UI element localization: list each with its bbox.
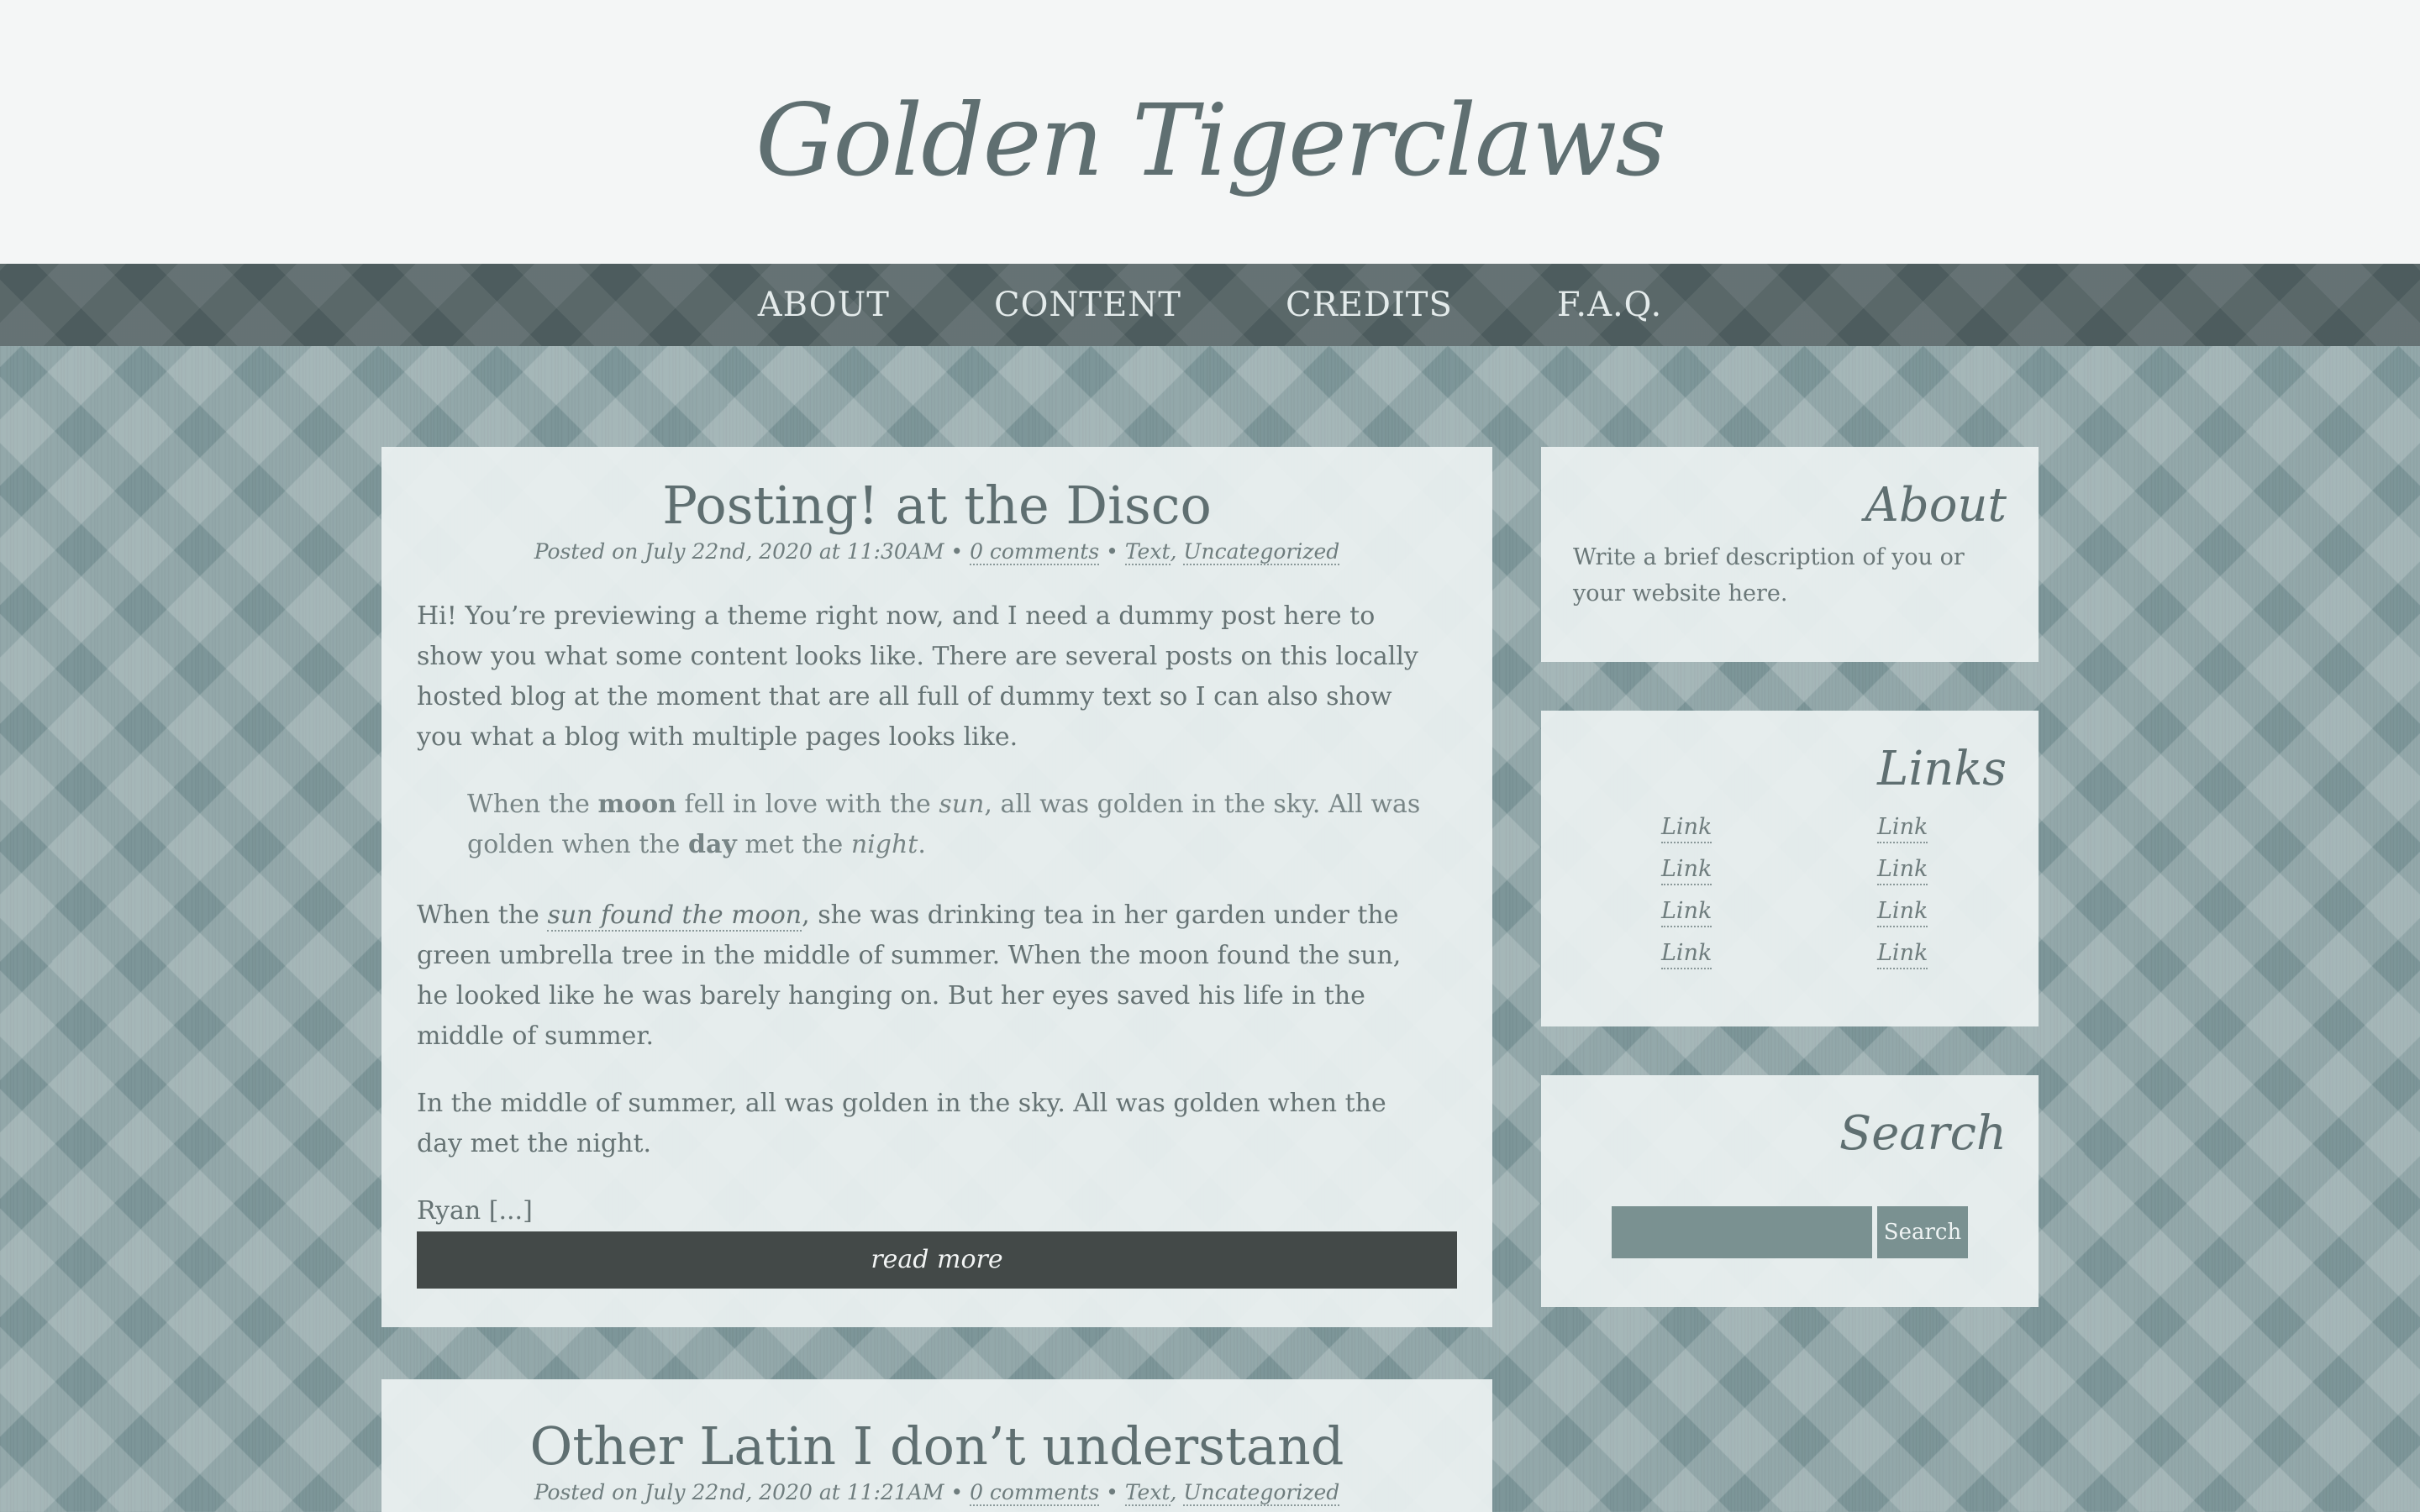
quote-bold-moon: moon [597, 790, 677, 819]
quote-text: When the [467, 790, 598, 819]
search-button[interactable]: Search [1877, 1206, 1968, 1258]
widget-title-search: Search [1839, 1106, 2007, 1161]
paragraph-text: When the [417, 900, 548, 930]
meta-comma: , [1170, 1480, 1184, 1504]
widget-title-about: About [1865, 478, 2007, 533]
comments-link[interactable]: 0 comments [970, 539, 1100, 565]
quote-italic-sun: sun [939, 790, 985, 819]
meta-comma: , [1170, 539, 1184, 564]
quote-text: . [918, 830, 926, 859]
post-paragraph: When the sun found the moon, she was dri… [417, 895, 1425, 1057]
tag-link-text[interactable]: Text [1124, 539, 1171, 565]
post-paragraph: Hi! You’re previewing a theme right now,… [417, 601, 1418, 752]
post-paragraph: Ryan [...] [417, 1196, 533, 1226]
site-title[interactable]: Golden Tigerclaws [0, 77, 2420, 203]
inline-link[interactable]: sun found the moon [547, 900, 802, 932]
post-card: Posting! at the Disco Posted on July 22n… [381, 447, 1492, 1327]
nav-item-content[interactable]: CONTENT [994, 286, 1181, 324]
post-body: Hi! You’re previewing a theme right now,… [417, 596, 1425, 1258]
post-title[interactable]: Posting! at the Disco [381, 472, 1492, 539]
search-widget: Search Search [1541, 1075, 2039, 1307]
nav-item-credits[interactable]: CREDITS [1286, 286, 1453, 324]
quote-text: met the [736, 830, 851, 859]
sidebar-link[interactable]: Link [1661, 813, 1712, 843]
quote-bold-day: day [687, 830, 737, 859]
post-title[interactable]: Other Latin I don’t understand [381, 1413, 1492, 1480]
post-blockquote: When the moon fell in love with the sun,… [467, 785, 1425, 865]
links-widget: Links Link Link Link Link Link Link Link… [1541, 711, 2039, 1026]
sidebar-link[interactable]: Link [1661, 939, 1712, 969]
post-meta: Posted on July 22nd, 2020 at 11:21AM • 0… [381, 1480, 1492, 1506]
post-date: Posted on July 22nd, 2020 at 11:30AM • [534, 539, 971, 564]
about-description: Write a brief description of you or your… [1573, 544, 1965, 606]
sidebar-link[interactable]: Link [1877, 813, 1928, 843]
post-date: Posted on July 22nd, 2020 at 11:21AM • [534, 1480, 971, 1504]
tag-link-uncategorized[interactable]: Uncategorized [1183, 1480, 1340, 1506]
read-more-button[interactable]: read more [417, 1231, 1457, 1289]
post-card: Other Latin I don’t understand Posted on… [381, 1379, 1492, 1512]
site-header: Golden Tigerclaws [0, 0, 2420, 264]
sidebar-link[interactable]: Link [1661, 855, 1712, 885]
comments-link[interactable]: 0 comments [970, 1480, 1100, 1506]
meta-separator: • [1099, 1480, 1125, 1504]
sidebar-link[interactable]: Link [1877, 897, 1928, 927]
nav-list: ABOUT CONTENT CREDITS F.A.Q. [0, 264, 2420, 346]
search-input[interactable] [1612, 1206, 1872, 1258]
about-widget: About Write a brief description of you o… [1541, 447, 2039, 662]
meta-separator: • [1099, 539, 1125, 564]
nav-item-faq[interactable]: F.A.Q. [1557, 286, 1662, 324]
quote-text: fell in love with the [676, 790, 939, 819]
nav-item-about[interactable]: ABOUT [758, 286, 890, 324]
main-navigation: ABOUT CONTENT CREDITS F.A.Q. [0, 264, 2420, 346]
sidebar-link[interactable]: Link [1661, 897, 1712, 927]
sidebar-link[interactable]: Link [1877, 855, 1928, 885]
sidebar-link[interactable]: Link [1877, 939, 1928, 969]
post-meta: Posted on July 22nd, 2020 at 11:30AM • 0… [381, 539, 1492, 565]
post-paragraph: In the middle of summer, all was golden … [417, 1089, 1386, 1158]
widget-title-links: Links [1877, 742, 2007, 796]
tag-link-uncategorized[interactable]: Uncategorized [1183, 539, 1340, 565]
tag-link-text[interactable]: Text [1124, 1480, 1171, 1506]
quote-italic-night: night [850, 830, 918, 859]
